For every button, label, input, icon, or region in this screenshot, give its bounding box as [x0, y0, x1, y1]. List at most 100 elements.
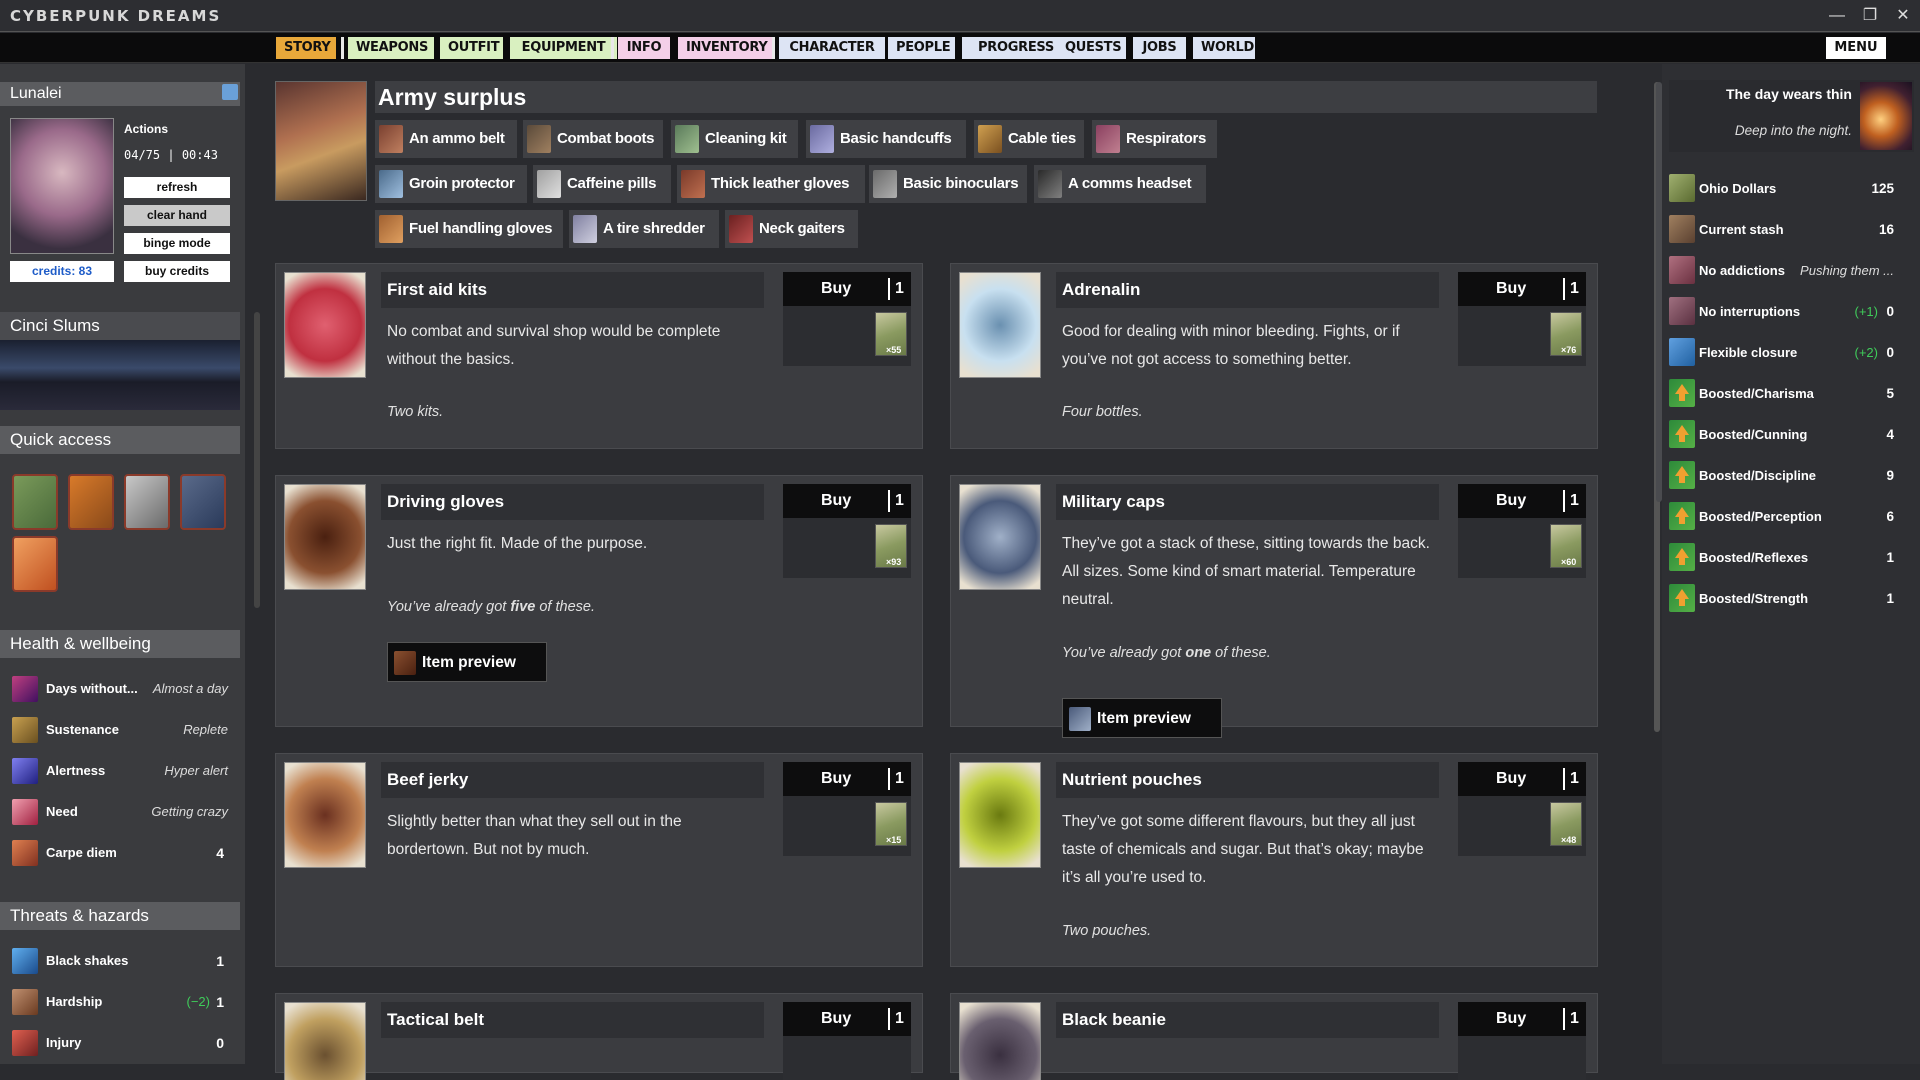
item-preview-button[interactable]: Item preview [1062, 698, 1222, 738]
tab-inventory[interactable]: INVENTORY [678, 37, 774, 59]
buy-quantity[interactable]: 1 [895, 770, 904, 788]
resource-row[interactable]: Boosted/Reflexes1 [1669, 541, 1894, 573]
health-row-sustenance[interactable]: Sustenance Replete [12, 715, 228, 745]
clear-hand-button[interactable]: clear hand [124, 205, 230, 226]
resource-row[interactable]: No addictionsPushing them ... [1669, 254, 1894, 286]
time-subtitle: Deep into the night. [1700, 123, 1852, 138]
flame-icon [12, 840, 38, 866]
buy-quantity[interactable]: 1 [895, 1010, 904, 1028]
refresh-button[interactable]: refresh [124, 177, 230, 198]
tag-chip[interactable]: Combat boots [523, 120, 663, 158]
tab-progress[interactable]: PROGRESS [962, 37, 1070, 59]
pearls-icon[interactable] [124, 474, 170, 530]
resource-row[interactable]: No interruptions(+1)0 [1669, 295, 1894, 327]
tag-chip[interactable]: Groin protector [375, 165, 527, 203]
threat-row-injury[interactable]: Injury 0 [12, 1028, 228, 1058]
buy-button[interactable]: Buy1 [783, 272, 911, 306]
heart-icon [12, 799, 38, 825]
right-scrollbar[interactable] [1656, 82, 1662, 502]
tab-people[interactable]: PEOPLE [888, 37, 955, 59]
tag-chip[interactable]: An ammo belt [375, 120, 517, 158]
health-row-carpe-diem[interactable]: Carpe diem 4 [12, 838, 228, 868]
left-scrollbar[interactable] [254, 312, 260, 608]
item-image[interactable] [959, 1002, 1041, 1080]
tab-weapons[interactable]: WEAPONS [348, 37, 434, 59]
tag-chip[interactable]: A comms headset [1034, 165, 1206, 203]
tag-chip[interactable]: Neck gaiters [725, 210, 858, 248]
tab-info[interactable]: INFO [618, 37, 670, 59]
menu-button[interactable]: MENU [1826, 37, 1886, 59]
buy-button[interactable]: Buy1 [1458, 484, 1586, 518]
restore-icon[interactable]: ❐ [1857, 4, 1883, 28]
tab-outfit[interactable]: OUTFIT [440, 37, 503, 59]
item-image[interactable] [284, 484, 366, 590]
stat-modifier: (−2) [187, 994, 210, 1009]
buy-button[interactable]: Buy1 [1458, 1002, 1586, 1036]
health-row-need[interactable]: Need Getting crazy [12, 797, 228, 827]
tag-chip[interactable]: Fuel handling gloves [375, 210, 563, 248]
device-icon[interactable] [180, 474, 226, 530]
stimpack-icon[interactable] [12, 536, 58, 592]
buy-quantity[interactable]: 1 [1570, 770, 1579, 788]
resource-row[interactable]: Boosted/Perception6 [1669, 500, 1894, 532]
buy-quantity[interactable]: 1 [895, 492, 904, 510]
resource-row[interactable]: Boosted/Cunning4 [1669, 418, 1894, 450]
tab-quests[interactable]: QUESTS [1057, 37, 1126, 59]
resource-row[interactable]: Ohio Dollars125 [1669, 172, 1894, 204]
tag-chip[interactable]: Cable ties [974, 120, 1084, 158]
tab-character[interactable]: CHARACTER [779, 37, 885, 59]
buy-button[interactable]: Buy1 [783, 484, 911, 518]
time-title: The day wears thin [1700, 86, 1852, 102]
tab-equipment[interactable]: EQUIPMENT [510, 37, 617, 59]
buy-quantity[interactable]: 1 [1570, 1010, 1579, 1028]
tag-chip[interactable]: A tire shredder [569, 210, 719, 248]
tag-chip[interactable]: Cleaning kit [671, 120, 798, 158]
stat-number: 4 [216, 845, 224, 861]
settings-icon[interactable] [222, 84, 238, 100]
tag-chip[interactable]: Caffeine pills [533, 165, 671, 203]
binge-mode-button[interactable]: binge mode [124, 233, 230, 254]
pills-bottle-icon[interactable] [68, 474, 114, 530]
cash-stack-icon[interactable] [12, 474, 58, 530]
resource-row[interactable]: Current stash16 [1669, 213, 1894, 245]
minimize-icon[interactable]: — [1824, 4, 1850, 28]
item-preview-button[interactable]: Item preview [387, 642, 547, 682]
buy-button[interactable]: Buy1 [783, 762, 911, 796]
resource-row[interactable]: Boosted/Discipline9 [1669, 459, 1894, 491]
tab-world[interactable]: WORLD [1193, 37, 1255, 59]
tag-chip[interactable]: Thick leather gloves [677, 165, 865, 203]
tag-chip[interactable]: Basic handcuffs [806, 120, 966, 158]
tag-chip[interactable]: Basic binoculars [869, 165, 1027, 203]
buy-credits-button[interactable]: buy credits [124, 261, 230, 282]
threat-row-black-shakes[interactable]: Black shakes 1 [12, 946, 228, 976]
buy-button[interactable]: Buy1 [1458, 762, 1586, 796]
tag-chip[interactable]: Respirators [1092, 120, 1217, 158]
item-note: Two pouches. [1062, 923, 1151, 939]
buy-button[interactable]: Buy1 [1458, 272, 1586, 306]
buy-quantity[interactable]: 1 [1570, 492, 1579, 510]
item-image[interactable] [284, 1002, 366, 1080]
buy-box: Buy1 [1458, 1002, 1586, 1080]
shop-header [375, 81, 1597, 113]
location-image[interactable] [0, 340, 240, 410]
health-row-alertness[interactable]: Alertness Hyper alert [12, 756, 228, 786]
buy-quantity[interactable]: 1 [1570, 280, 1579, 298]
item-image[interactable] [959, 272, 1041, 378]
resource-value: 125 [1871, 181, 1894, 196]
item-image[interactable] [284, 272, 366, 378]
buy-button[interactable]: Buy1 [783, 1002, 911, 1036]
item-image[interactable] [959, 484, 1041, 590]
buy-quantity[interactable]: 1 [895, 280, 904, 298]
tab-jobs[interactable]: JOBS [1133, 37, 1186, 59]
item-image[interactable] [284, 762, 366, 868]
close-icon[interactable]: ✕ [1890, 4, 1916, 28]
health-row-days-without[interactable]: Days without... Almost a day [12, 674, 228, 704]
resource-row[interactable]: Boosted/Strength1 [1669, 582, 1894, 614]
credits-display[interactable]: credits: 83 [10, 261, 114, 282]
player-portrait[interactable] [10, 118, 114, 254]
resource-row[interactable]: Boosted/Charisma5 [1669, 377, 1894, 409]
resource-row[interactable]: Flexible closure(+2)0 [1669, 336, 1894, 368]
tab-story[interactable]: STORY [276, 37, 336, 59]
item-image[interactable] [959, 762, 1041, 868]
threat-row-hardship[interactable]: Hardship (−2) 1 [12, 987, 228, 1017]
